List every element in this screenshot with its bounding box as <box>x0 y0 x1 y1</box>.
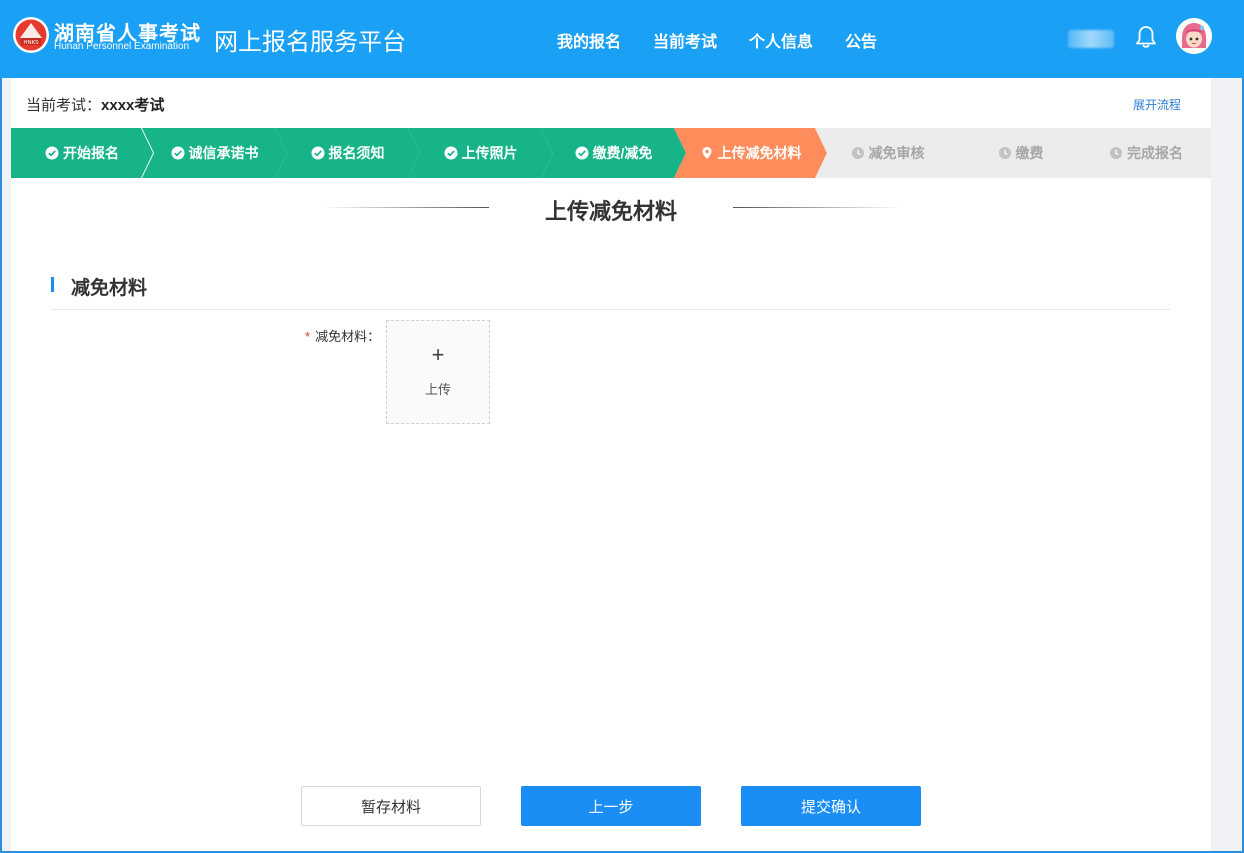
waiver-materials-label: * 减免材料： <box>305 326 380 345</box>
title-divider-right <box>733 207 903 208</box>
step-label: 报名须知 <box>328 145 385 161</box>
top-header: HNKS 湖南省人事考试 Hunan Personnel Examination… <box>0 0 1244 78</box>
avatar-image-icon <box>1176 18 1212 54</box>
upload-label: 上传 <box>424 382 451 397</box>
step-label: 缴费 <box>1015 145 1044 161</box>
step-complete-registration: 完成报名 <box>1081 128 1211 178</box>
section-divider <box>51 309 1171 310</box>
plus-icon: + <box>431 342 445 367</box>
step-payment-waiver: 缴费/减免 <box>541 128 686 178</box>
bell-icon[interactable] <box>1134 24 1158 50</box>
logo-subtitle: Hunan Personnel Examination <box>54 41 190 52</box>
step-upload-photo: 上传照片 <box>408 128 553 178</box>
logo-badge-text: HNKS <box>23 40 39 46</box>
clock-icon <box>998 146 1012 160</box>
progress-steps: 开始报名 诚信承诺书 报名须知 上传照片 缴费/减免 上传减免材料 减免审核 缴… <box>11 128 1211 178</box>
nav-announcements[interactable]: 公告 <box>845 28 877 52</box>
current-exam-value: xxxx考试 <box>101 97 165 114</box>
nav-current-exam[interactable]: 当前考试 <box>653 28 717 52</box>
step-label: 缴费/减免 <box>592 145 653 161</box>
field-label-text: 减免材料： <box>315 329 381 344</box>
section-accent-bar <box>51 277 54 292</box>
clock-icon <box>851 146 865 160</box>
check-circle-icon <box>311 146 325 160</box>
check-circle-icon <box>171 146 185 160</box>
submit-confirm-button[interactable]: 提交确认 <box>741 786 921 826</box>
upload-button[interactable]: + 上传 <box>386 320 490 424</box>
step-integrity-pledge: 诚信承诺书 <box>142 128 287 178</box>
required-mark: * <box>305 329 311 344</box>
check-circle-icon <box>444 146 458 160</box>
check-circle-icon <box>575 146 589 160</box>
clock-icon <box>1110 147 1122 159</box>
section-title: 减免材料 <box>71 278 148 299</box>
platform-title: 网上报名服务平台 <box>214 29 406 56</box>
step-start-registration: 开始报名 <box>11 128 153 178</box>
nav-personal-info[interactable]: 个人信息 <box>749 28 813 52</box>
step-waiver-review: 减免审核 <box>815 128 960 178</box>
location-pin-icon <box>700 146 714 160</box>
step-payment: 缴费 <box>948 128 1093 178</box>
step-registration-notice: 报名须知 <box>275 128 420 178</box>
step-upload-waiver-materials: 上传减免材料 <box>674 128 827 178</box>
current-exam: 当前考试：xxxx考试 <box>26 94 164 115</box>
hnks-logo-icon: HNKS <box>13 17 49 53</box>
step-label: 开始报名 <box>63 145 119 161</box>
step-label: 完成报名 <box>1127 145 1183 161</box>
save-draft-button[interactable]: 暂存材料 <box>301 786 481 826</box>
current-exam-label: 当前考试： <box>26 97 102 114</box>
expand-process-link[interactable]: 展开流程 <box>1133 96 1181 113</box>
previous-step-button[interactable]: 上一步 <box>521 786 701 826</box>
main-nav: 我的报名 当前考试 个人信息 公告 <box>540 28 893 52</box>
step-label: 上传减免材料 <box>717 145 802 161</box>
step-label: 上传照片 <box>461 145 518 161</box>
username-redacted[interactable] <box>1068 30 1114 48</box>
check-circle-icon <box>45 146 59 160</box>
nav-my-registration[interactable]: 我的报名 <box>557 28 621 52</box>
main-panel: 当前考试：xxxx考试 展开流程 开始报名 诚信承诺书 报名须知 上传照片 缴费… <box>11 78 1211 851</box>
page-title: 上传减免材料 <box>544 199 677 224</box>
avatar[interactable] <box>1176 18 1212 54</box>
step-label: 诚信承诺书 <box>188 145 259 161</box>
step-label: 减免审核 <box>868 145 925 161</box>
